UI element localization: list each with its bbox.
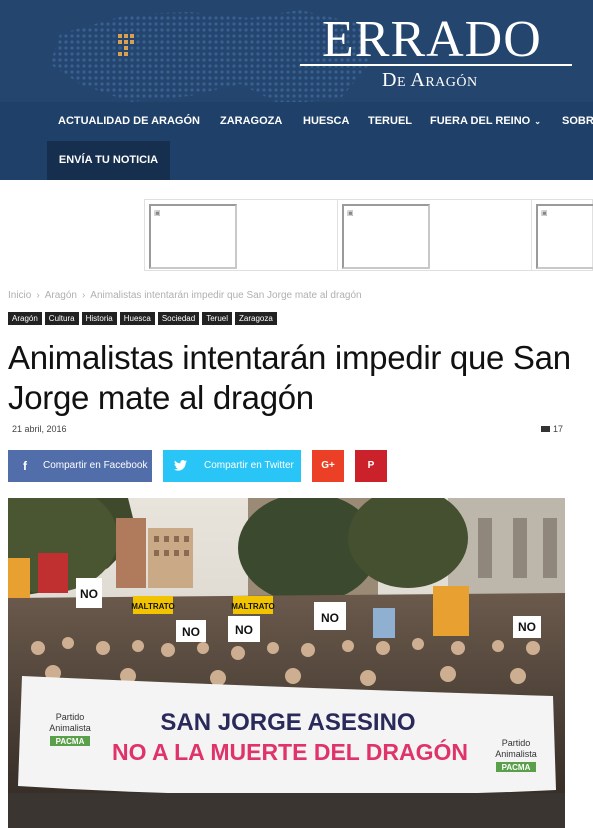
ad-banner: ▣ ▣ ▣: [144, 199, 593, 271]
article-title: Animalistas intentarán impedir que San J…: [8, 339, 571, 416]
share-facebook-label: Compartir en Facebook: [43, 460, 148, 471]
breadcrumb: Inicio › Aragón › Animalistas intentarán imp…: [8, 290, 362, 301]
ad-slot[interactable]: ▣: [145, 200, 338, 270]
tag-huesca[interactable]: Huesca: [119, 312, 155, 325]
protest-sign: MALTRATO: [231, 602, 275, 611]
ad-slot[interactable]: ▣: [532, 200, 593, 270]
breadcrumb-home[interactable]: Inicio: [8, 290, 31, 301]
broken-image-icon: ▣: [541, 210, 548, 217]
nav-item-sobre[interactable]: SOBRE: [562, 102, 593, 140]
article-photo: NO MALTRATO NO NO MALTRATO NO NO SAN JOR…: [8, 498, 565, 828]
nav-item-teruel[interactable]: TERUEL: [368, 102, 412, 140]
protest-sign: MALTRATO: [131, 602, 175, 611]
share-pinterest-button[interactable]: P: [355, 450, 387, 482]
breadcrumb-current: Animalistas intentarán impedir que San J…: [90, 290, 362, 301]
comments-number: 17: [553, 424, 564, 434]
article-date: 21 abril, 2016: [12, 424, 67, 434]
protest-sign: NO: [235, 623, 253, 637]
ad-slot[interactable]: ▣: [338, 200, 532, 270]
ad-image: ▣: [536, 204, 593, 269]
broken-image-icon: ▣: [154, 210, 161, 217]
svg-text:Animalista: Animalista: [495, 749, 537, 759]
protest-sign: NO: [321, 611, 339, 625]
protest-photo: NO MALTRATO NO NO MALTRATO NO NO SAN JOR…: [8, 498, 565, 828]
twitter-icon: [173, 450, 187, 483]
logo-main: ERRADO: [322, 11, 542, 68]
category-tags: Aragón Cultura Historia Huesca Sociedad …: [8, 312, 277, 326]
banner-pacma-right: PACMA: [502, 763, 531, 772]
tag-historia[interactable]: Historia: [81, 312, 117, 325]
nav-item-zaragoza[interactable]: ZARAGOZA: [220, 102, 282, 140]
share-twitter-label: Compartir en Twitter: [204, 460, 294, 471]
nav-item-fuera-del-reino[interactable]: FUERA DEL REINO ⌄: [430, 102, 541, 140]
chevron-down-icon: ⌄: [534, 117, 541, 126]
banner-line1: SAN JORGE ASESINO: [160, 709, 415, 736]
share-facebook-button[interactable]: f Compartir en Facebook: [8, 450, 152, 482]
breadcrumb-category[interactable]: Aragón: [45, 290, 77, 301]
logo-sub: De Aragón: [382, 69, 478, 91]
logo-divider: [300, 64, 572, 66]
protest-sign: NO: [182, 625, 200, 639]
site-header: ERRADO De Aragón ACTUALIDAD DE ARAGÓN ZA…: [0, 0, 593, 180]
share-twitter-button[interactable]: Compartir en Twitter: [163, 450, 301, 482]
comments-count[interactable]: 17: [541, 424, 563, 434]
main-nav: ACTUALIDAD DE ARAGÓN ZARAGOZA HUESCA TER…: [0, 102, 593, 180]
banner-logo-right: Partido: [502, 738, 531, 748]
nav-item-label: FUERA DEL REINO: [430, 115, 531, 127]
tag-cultura[interactable]: Cultura: [44, 312, 79, 325]
protest-sign: NO: [80, 587, 98, 601]
tag-teruel[interactable]: Teruel: [202, 312, 232, 325]
tag-sociedad[interactable]: Sociedad: [157, 312, 200, 325]
nav-item-actualidad[interactable]: ACTUALIDAD DE ARAGÓN: [58, 102, 200, 140]
banner-pacma-left: PACMA: [56, 737, 85, 746]
comment-icon: [541, 426, 550, 432]
facebook-icon: f: [23, 459, 27, 473]
ad-image: ▣: [342, 204, 430, 269]
breadcrumb-separator: ›: [36, 290, 40, 301]
site-logo[interactable]: ERRADO De Aragón: [300, 6, 590, 96]
tag-zaragoza[interactable]: Zaragoza: [235, 312, 277, 325]
send-news-button[interactable]: ENVÍA TU NOTICIA: [47, 141, 170, 180]
googleplus-icon: G+: [321, 460, 335, 471]
svg-text:Animalista: Animalista: [49, 723, 91, 733]
ad-image: ▣: [149, 204, 237, 269]
broken-image-icon: ▣: [347, 210, 354, 217]
pinterest-icon: P: [367, 460, 375, 471]
nav-item-huesca[interactable]: HUESCA: [303, 102, 349, 140]
protest-sign: NO: [518, 620, 536, 634]
share-googleplus-button[interactable]: G+: [312, 450, 344, 482]
banner-logo-left: Partido: [56, 712, 85, 722]
banner-line2: NO A LA MUERTE DEL DRAGÓN: [112, 738, 468, 765]
tag-aragon[interactable]: Aragón: [8, 312, 42, 325]
breadcrumb-separator: ›: [81, 290, 86, 301]
